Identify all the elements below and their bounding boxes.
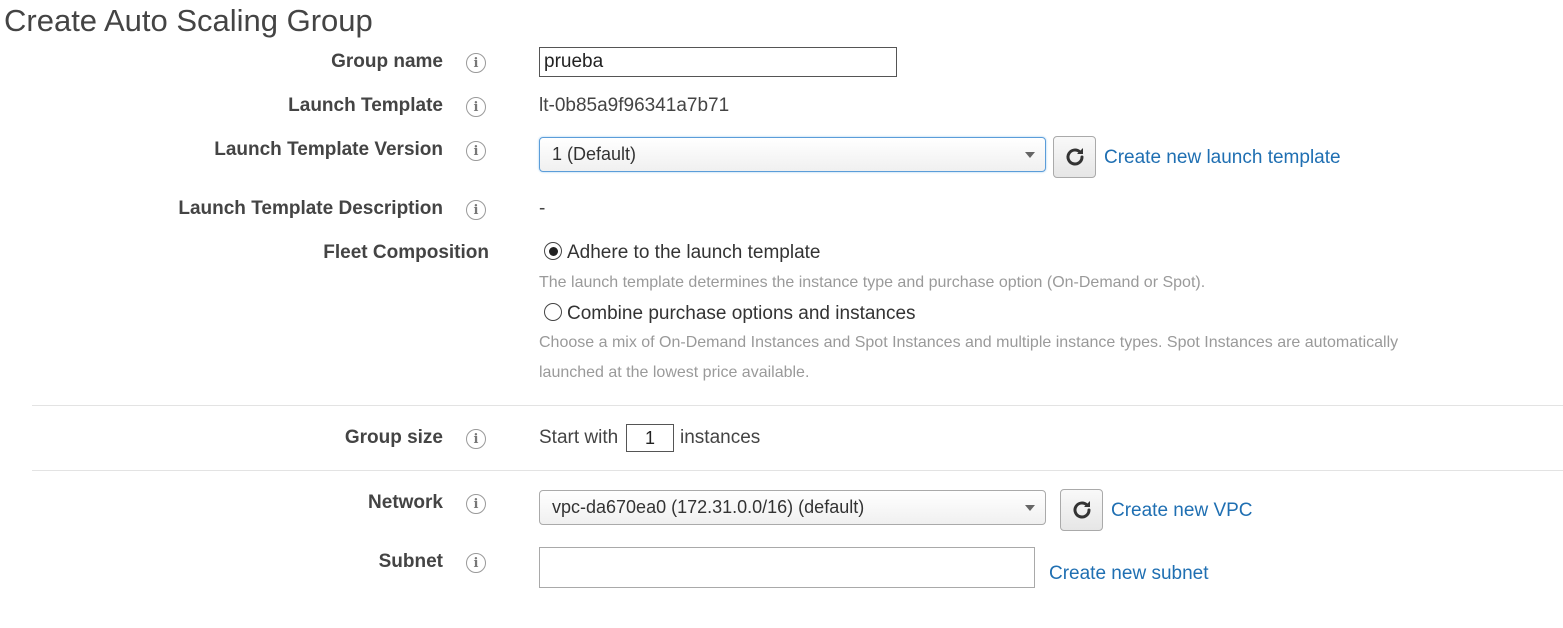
fleet-composition-label: Fleet Composition — [323, 242, 489, 263]
adhere-launch-template-label[interactable]: Adhere to the launch template — [567, 241, 821, 265]
info-icon[interactable]: i — [466, 494, 486, 514]
launch-template-value: lt-0b85a9f96341a7b71 — [539, 95, 730, 116]
section-divider — [32, 470, 1563, 471]
info-icon[interactable]: i — [466, 97, 486, 117]
network-selected: vpc-da670ea0 (172.31.0.0/16) (default) — [552, 497, 865, 517]
chevron-down-icon — [1025, 504, 1035, 511]
combine-purchase-options-radio[interactable] — [544, 303, 562, 321]
refresh-icon — [1066, 148, 1083, 166]
page-title: Create Auto Scaling Group — [4, 3, 373, 38]
create-launch-template-link[interactable]: Create new launch template — [1104, 146, 1341, 170]
refresh-icon — [1073, 501, 1090, 519]
info-icon[interactable]: i — [466, 553, 486, 573]
launch-template-version-select[interactable]: 1 (Default) — [539, 137, 1046, 172]
info-icon[interactable]: i — [466, 141, 486, 161]
network-select[interactable]: vpc-da670ea0 (172.31.0.0/16) (default) — [539, 490, 1046, 525]
launch-template-description-label: Launch Template Description — [178, 198, 443, 219]
adhere-launch-template-radio[interactable] — [544, 242, 562, 260]
group-size-suffix: instances — [680, 427, 761, 448]
subnet-input[interactable] — [539, 547, 1035, 588]
section-divider — [32, 405, 1563, 406]
radio-selected-dot — [548, 246, 558, 256]
combine-purchase-options-label[interactable]: Combine purchase options and instances — [567, 302, 916, 326]
subnet-label: Subnet — [378, 551, 443, 572]
combine-purchase-options-help: Choose a mix of On-Demand Instances and … — [539, 334, 1399, 351]
refresh-vpc-button[interactable] — [1060, 489, 1103, 531]
combine-purchase-options-help-2: launched at the lowest price available. — [539, 364, 810, 381]
group-name-label: Group name — [331, 51, 443, 72]
launch-template-version-selected: 1 (Default) — [552, 144, 637, 164]
group-size-label: Group size — [344, 427, 443, 448]
info-icon[interactable]: i — [466, 429, 486, 449]
launch-template-version-label: Launch Template Version — [214, 139, 443, 160]
launch-template-label: Launch Template — [288, 95, 443, 116]
info-icon[interactable]: i — [466, 53, 486, 73]
chevron-down-icon — [1025, 151, 1035, 158]
group-size-prefix: Start with — [539, 427, 619, 448]
refresh-launch-template-button[interactable] — [1053, 136, 1096, 178]
info-icon[interactable]: i — [466, 200, 486, 220]
adhere-launch-template-help: The launch template determines the insta… — [539, 274, 1206, 291]
create-vpc-link[interactable]: Create new VPC — [1111, 499, 1253, 523]
group-name-input[interactable] — [539, 47, 897, 77]
create-subnet-link[interactable]: Create new subnet — [1049, 562, 1209, 586]
network-label: Network — [368, 492, 443, 513]
group-size-input[interactable] — [626, 424, 674, 452]
launch-template-description-value: - — [539, 198, 546, 219]
